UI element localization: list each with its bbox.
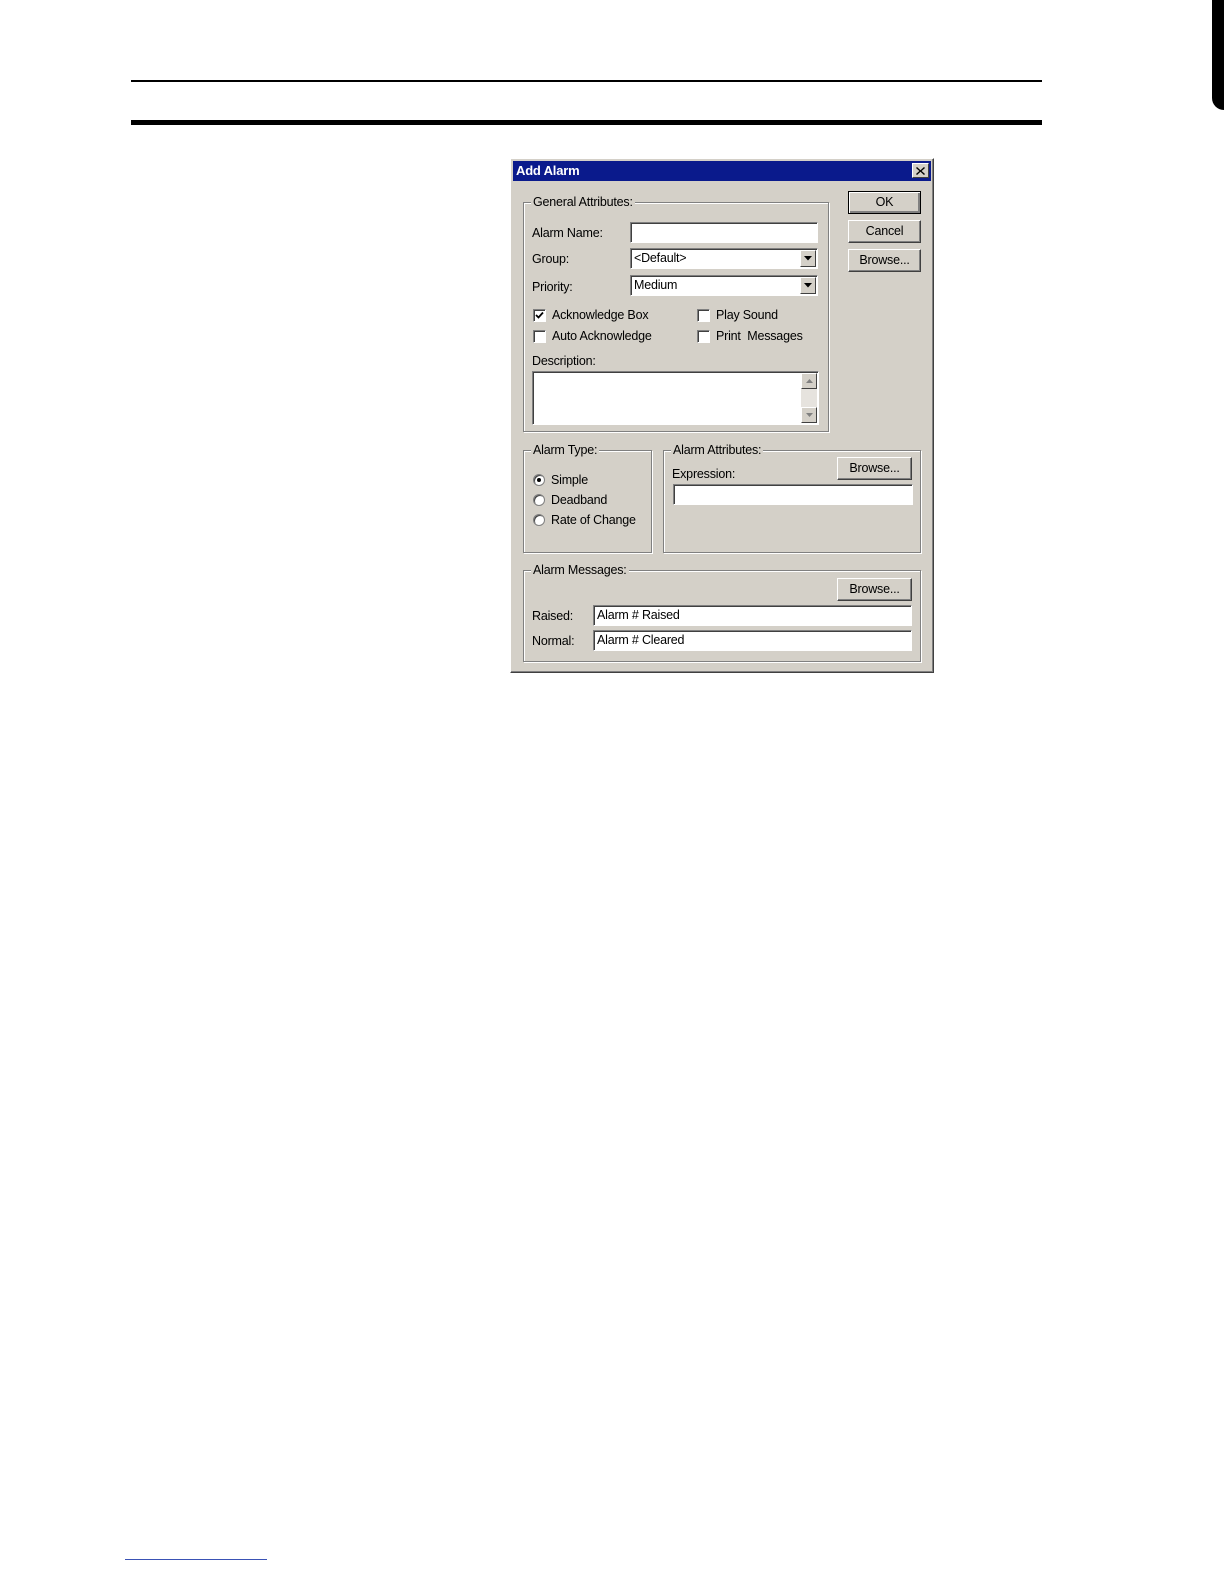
rate-of-change-radio[interactable]: [533, 514, 545, 526]
raised-label: Raised:: [532, 609, 573, 623]
chevron-down-icon: [804, 256, 812, 261]
expression-browse-button[interactable]: Browse...: [837, 457, 912, 480]
group-select-value: <Default>: [634, 251, 687, 265]
priority-select[interactable]: Medium: [630, 275, 818, 296]
expression-input[interactable]: [673, 484, 913, 505]
normal-message-input[interactable]: Alarm # Cleared: [593, 630, 912, 651]
radio-selected-dot: [537, 478, 541, 482]
priority-dropdown-button[interactable]: [800, 277, 816, 294]
alarm-attributes-group: Alarm Attributes: Expression: Browse...: [663, 442, 921, 553]
arrow-down-icon: [805, 413, 813, 417]
deadband-radio[interactable]: [533, 494, 545, 506]
alarm-messages-legend: Alarm Messages:: [531, 562, 629, 578]
add-alarm-dialog: Add Alarm OK Cancel Browse... General At…: [510, 158, 934, 673]
expression-label: Expression:: [672, 467, 736, 481]
alarm-name-input[interactable]: [630, 222, 818, 243]
print-messages-checkbox[interactable]: [697, 330, 710, 343]
close-icon: [916, 166, 925, 175]
alarm-type-group: Alarm Type: Simple Deadband Rate of Chan…: [523, 442, 652, 553]
acknowledge-box-checkbox[interactable]: [533, 309, 546, 322]
general-attributes-group: General Attributes: Alarm Name: Group: <…: [523, 194, 829, 432]
normal-label: Normal:: [532, 634, 575, 648]
close-button[interactable]: [912, 163, 929, 178]
cancel-button[interactable]: Cancel: [848, 220, 921, 243]
description-textarea[interactable]: [532, 371, 819, 425]
simple-label[interactable]: Simple: [551, 472, 588, 488]
alarm-attributes-legend: Alarm Attributes:: [671, 442, 764, 458]
play-sound-checkbox[interactable]: [697, 309, 710, 322]
rate-of-change-label[interactable]: Rate of Change: [551, 512, 636, 528]
footer-underline: [125, 1559, 267, 1560]
messages-browse-button[interactable]: Browse...: [837, 578, 912, 601]
header-rule-thin: [131, 80, 1042, 82]
deadband-label[interactable]: Deadband: [551, 492, 607, 508]
group-select[interactable]: <Default>: [630, 248, 818, 269]
general-attributes-legend: General Attributes:: [531, 194, 635, 210]
group-label: Group:: [532, 252, 570, 266]
priority-select-value: Medium: [634, 278, 678, 292]
chevron-down-icon: [804, 283, 812, 288]
dialog-titlebar: Add Alarm: [513, 161, 931, 181]
scroll-down-button[interactable]: [801, 407, 817, 423]
scroll-up-button[interactable]: [801, 373, 817, 389]
ok-button[interactable]: OK: [848, 191, 921, 214]
browse-button[interactable]: Browse...: [848, 249, 921, 272]
description-label: Description:: [532, 354, 596, 368]
dialog-title: Add Alarm: [516, 163, 580, 178]
group-dropdown-button[interactable]: [800, 250, 816, 267]
alarm-type-legend: Alarm Type:: [531, 442, 600, 458]
description-scrollbar[interactable]: [801, 373, 817, 423]
raised-message-input[interactable]: Alarm # Raised: [593, 605, 912, 626]
simple-radio[interactable]: [533, 474, 545, 486]
alarm-messages-group: Alarm Messages: Browse... Raised: Alarm …: [523, 562, 921, 662]
auto-acknowledge-checkbox[interactable]: [533, 330, 546, 343]
page-edge-tab: [1212, 0, 1224, 110]
acknowledge-box-label[interactable]: Acknowledge Box: [552, 307, 649, 323]
alarm-name-label: Alarm Name:: [532, 226, 603, 240]
arrow-up-icon: [805, 379, 813, 383]
play-sound-label[interactable]: Play Sound: [716, 307, 778, 323]
priority-label: Priority:: [532, 280, 573, 294]
print-messages-label[interactable]: Print Messages: [716, 328, 803, 344]
auto-acknowledge-label[interactable]: Auto Acknowledge: [552, 328, 652, 344]
checkmark-icon: [535, 311, 544, 319]
header-rule-thick: [131, 120, 1042, 125]
